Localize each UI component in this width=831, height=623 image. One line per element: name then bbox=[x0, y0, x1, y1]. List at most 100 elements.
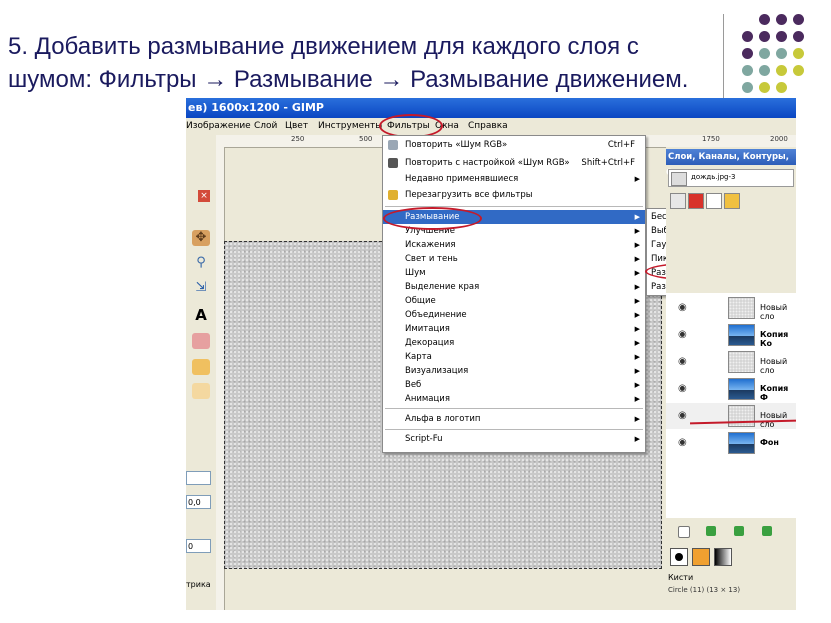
menubar-item[interactable]: Изображение bbox=[186, 118, 251, 135]
menu-item-reshow[interactable]: Повторить с настройкой «Шум RGB» Shift+C… bbox=[383, 156, 645, 170]
layer-row[interactable]: ◉ Новый сло bbox=[666, 403, 796, 429]
menu-item-alpha-to-logo[interactable]: Альфа в логотип ▶ bbox=[383, 412, 645, 426]
menu-item-label: Искажения bbox=[405, 240, 456, 250]
window-title: ев) 1600x1200 - GIMP bbox=[188, 101, 324, 114]
menu-item-label: Декорация bbox=[405, 338, 455, 348]
filter-category-item[interactable]: Веб ▶ bbox=[383, 378, 645, 392]
visibility-eye-icon[interactable]: ◉ bbox=[678, 329, 687, 340]
ruler-tick-label: 1750 bbox=[702, 135, 720, 143]
menubar-item[interactable]: Цвет bbox=[285, 118, 308, 135]
gradient-swatch[interactable] bbox=[714, 548, 732, 566]
raise-layer-icon[interactable] bbox=[706, 526, 716, 536]
filter-category-item[interactable]: Декорация ▶ bbox=[383, 336, 645, 350]
tool-option-field-3[interactable]: 0 bbox=[186, 539, 211, 553]
visibility-eye-icon[interactable]: ◉ bbox=[678, 383, 687, 394]
menu-item-label: Имитация bbox=[405, 324, 450, 334]
tool-option-label: трика bbox=[186, 580, 211, 589]
decor-dot bbox=[793, 14, 804, 25]
eraser-tool-icon[interactable] bbox=[192, 333, 210, 349]
menubar-item[interactable]: Инструменты bbox=[318, 118, 382, 135]
undo-tab-icon[interactable] bbox=[724, 193, 740, 209]
menu-item-recent[interactable]: Недавно применявшиеся ▶ bbox=[383, 172, 645, 186]
menu-item-reload[interactable]: Перезагрузить все фильтры bbox=[383, 188, 645, 202]
menu-item-label: Веб bbox=[405, 380, 422, 390]
submenu-arrow-icon: ▶ bbox=[634, 269, 640, 277]
submenu-arrow-icon: ▶ bbox=[634, 435, 640, 443]
measure-tool-icon[interactable]: ⇲ bbox=[192, 280, 210, 296]
layer-thumbnail bbox=[728, 297, 755, 319]
pattern-swatch[interactable] bbox=[692, 548, 710, 566]
filter-category-item[interactable]: Карта ▶ bbox=[383, 350, 645, 364]
lower-layer-icon[interactable] bbox=[734, 526, 744, 536]
menu-item-repeat[interactable]: Повторить «Шум RGB» Ctrl+F bbox=[383, 138, 645, 152]
brush-dot-icon bbox=[675, 553, 683, 561]
filter-category-item[interactable]: Анимация ▶ bbox=[383, 392, 645, 406]
menu-item-label: Карта bbox=[405, 352, 432, 362]
brush-info: Circle (11) (13 × 13) bbox=[668, 586, 741, 594]
filter-category-item[interactable]: Искажения ▶ bbox=[383, 238, 645, 252]
filter-category-item[interactable]: Свет и тень ▶ bbox=[383, 252, 645, 266]
visibility-eye-icon[interactable]: ◉ bbox=[678, 356, 687, 367]
submenu-arrow-icon: ▶ bbox=[634, 213, 640, 221]
layer-name: Новый сло bbox=[760, 303, 788, 321]
menu-item-label: Повторить с настройкой «Шум RGB» bbox=[405, 158, 570, 168]
submenu-arrow-icon: ▶ bbox=[634, 311, 640, 319]
filter-category-item[interactable]: Имитация ▶ bbox=[383, 322, 645, 336]
filter-category-item[interactable]: Выделение края ▶ bbox=[383, 280, 645, 294]
layers-dock: 1750 2000 Слои, Каналы, Контуры, От дожд… bbox=[666, 135, 796, 610]
layer-name: Копия Ф bbox=[760, 384, 789, 402]
filter-category-item[interactable]: Объединение ▶ bbox=[383, 308, 645, 322]
layer-row[interactable]: ◉ Копия Ф bbox=[666, 376, 796, 402]
submenu-arrow-icon: ▶ bbox=[634, 175, 640, 183]
brushes-label: Кисти bbox=[668, 573, 694, 582]
menu-item-script-fu[interactable]: Script-Fu ▶ bbox=[383, 432, 645, 446]
layers-tab-icon[interactable] bbox=[670, 193, 686, 209]
slide-title: 5. Добавить размывание движением для каж… bbox=[8, 33, 689, 93]
brush-swatch[interactable] bbox=[670, 548, 688, 566]
filter-category-item[interactable]: Визуализация ▶ bbox=[383, 364, 645, 378]
visibility-eye-icon[interactable]: ◉ bbox=[678, 410, 687, 421]
close-icon[interactable]: × bbox=[198, 190, 210, 202]
visibility-eye-icon[interactable]: ◉ bbox=[678, 437, 687, 448]
menu-item-label: Повторить «Шум RGB» bbox=[405, 140, 508, 150]
magnify-tool-icon[interactable]: ⚲ bbox=[192, 255, 210, 271]
decor-dot bbox=[793, 48, 804, 59]
menu-separator bbox=[385, 408, 643, 409]
smudge-tool-icon[interactable] bbox=[192, 383, 210, 399]
menu-separator bbox=[385, 429, 643, 430]
new-layer-icon[interactable] bbox=[678, 526, 690, 538]
menubar-item[interactable]: Справка bbox=[468, 118, 508, 135]
visibility-eye-icon[interactable]: ◉ bbox=[678, 302, 687, 313]
submenu-arrow-icon: ▶ bbox=[634, 283, 640, 291]
layer-row[interactable]: ◉ Фон bbox=[666, 430, 796, 456]
submenu-arrow-icon: ▶ bbox=[634, 339, 640, 347]
layer-thumbnail bbox=[728, 351, 755, 373]
filter-category-item[interactable]: Общие ▶ bbox=[383, 294, 645, 308]
dock-tabs[interactable]: Слои, Каналы, Контуры, От bbox=[666, 149, 796, 178]
submenu-arrow-icon: ▶ bbox=[634, 353, 640, 361]
paths-tab-icon[interactable] bbox=[706, 193, 722, 209]
decor-dot bbox=[776, 14, 787, 25]
clone-tool-icon[interactable] bbox=[192, 359, 210, 375]
repeat-icon bbox=[388, 140, 398, 150]
submenu-arrow-icon: ▶ bbox=[634, 297, 640, 305]
text-tool-icon[interactable]: A bbox=[192, 307, 210, 323]
move-tool-icon[interactable]: ✥ bbox=[192, 230, 210, 246]
filter-category-item[interactable]: Шум ▶ bbox=[383, 266, 645, 280]
channels-tab-icon[interactable] bbox=[688, 193, 704, 209]
menu-item-label: Свет и тень bbox=[405, 254, 458, 264]
decor-dot bbox=[742, 48, 753, 59]
layer-name: Копия Ко bbox=[760, 330, 789, 348]
image-selector[interactable]: дождь.jpg-3 bbox=[668, 169, 794, 187]
layer-row[interactable]: ◉ Новый сло bbox=[666, 295, 796, 321]
submenu-arrow-icon: ▶ bbox=[634, 255, 640, 263]
menubar-item[interactable]: Слой bbox=[254, 118, 277, 135]
gimp-screenshot: ев) 1600x1200 - GIMP Изображение Слой Цвет… bbox=[186, 98, 796, 610]
duplicate-layer-icon[interactable] bbox=[762, 526, 772, 536]
tool-option-field-2[interactable]: 0,0 bbox=[186, 495, 211, 509]
tool-option-field-1[interactable] bbox=[186, 471, 211, 485]
layer-row[interactable]: ◉ Копия Ко bbox=[666, 322, 796, 348]
layer-row[interactable]: ◉ Новый сло bbox=[666, 349, 796, 375]
decor-dot bbox=[793, 65, 804, 76]
menu-item-shortcut: Ctrl+F bbox=[607, 140, 635, 150]
